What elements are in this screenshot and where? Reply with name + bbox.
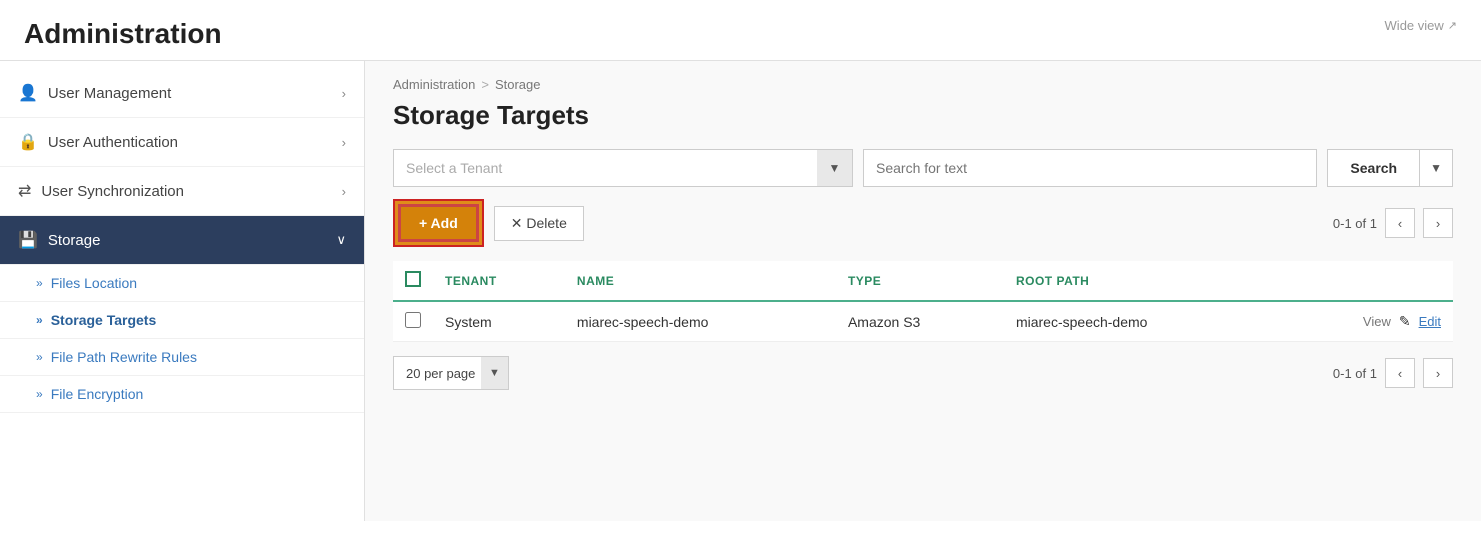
table-header-row: TENANT NAME TYPE ROOT PATH <box>393 261 1453 301</box>
header-checkbox[interactable] <box>405 271 421 287</box>
col-root-path: ROOT PATH <box>1004 261 1275 301</box>
sidebar-item-user-management[interactable]: 👤 User Management › <box>0 69 364 118</box>
sidebar-subitem-storage-targets[interactable]: » Storage Targets <box>0 302 364 339</box>
page-heading: Administration <box>24 18 222 50</box>
edit-icon: ✎ <box>1399 313 1411 330</box>
sidebar-item-label-user-synchronization: User Synchronization <box>41 183 184 200</box>
wide-view-button[interactable]: Wide view ↗ <box>1385 18 1457 33</box>
add-button-highlight: + Add <box>393 199 484 247</box>
sidebar-subitem-label-file-encryption: File Encryption <box>51 386 144 402</box>
subitem-arrow-file-encryption: » <box>36 387 43 401</box>
main-content: Administration > Storage Storage Targets… <box>365 61 1481 521</box>
main-layout: 👤 User Management › 🔒 User Authenticatio… <box>0 61 1481 521</box>
per-page-wrapper: 20 per page ▼ <box>393 356 509 390</box>
row-root-path: miarec-speech-demo <box>1004 301 1275 342</box>
subitem-arrow-file-path-rewrite-rules: » <box>36 350 43 364</box>
search-button[interactable]: Search <box>1327 149 1420 187</box>
sidebar-subitem-files-location[interactable]: » Files Location <box>0 265 364 302</box>
bottom-pagination: 0-1 of 1 ‹ › <box>1333 358 1453 388</box>
row-type: Amazon S3 <box>836 301 1004 342</box>
top-pagination-info: 0-1 of 1 <box>1333 216 1377 231</box>
tenant-select[interactable]: Select a Tenant <box>393 149 853 187</box>
breadcrumb-separator: > <box>481 77 489 92</box>
breadcrumb-storage: Storage <box>495 77 541 92</box>
chevron-icon-user-authentication: › <box>342 135 346 150</box>
bottom-next-page-button[interactable]: › <box>1423 358 1453 388</box>
bottom-pagination-info: 0-1 of 1 <box>1333 366 1377 381</box>
row-name: miarec-speech-demo <box>565 301 836 342</box>
user-management-icon: 👤 <box>18 83 38 103</box>
storage-targets-table: TENANT NAME TYPE ROOT PATH System miarec… <box>393 261 1453 342</box>
action-row: + Add ✕ Delete 0-1 of 1 ‹ › <box>393 199 1453 247</box>
sidebar-subitem-label-files-location: Files Location <box>51 275 137 291</box>
sidebar-subitem-file-encryption[interactable]: » File Encryption <box>0 376 364 413</box>
col-type: TYPE <box>836 261 1004 301</box>
top-header: Administration Wide view ↗ <box>0 0 1481 61</box>
sidebar-item-user-synchronization[interactable]: ⇄ User Synchronization › <box>0 167 364 216</box>
chevron-icon-user-management: › <box>342 86 346 101</box>
sidebar-item-user-authentication[interactable]: 🔒 User Authentication › <box>0 118 364 167</box>
row-actions: View ✎ Edit <box>1287 313 1441 330</box>
subitem-arrow-files-location: » <box>36 276 43 290</box>
chevron-icon-user-synchronization: › <box>342 184 346 199</box>
col-name: NAME <box>565 261 836 301</box>
sidebar-item-label-user-authentication: User Authentication <box>48 134 178 151</box>
edit-link[interactable]: Edit <box>1419 314 1441 329</box>
sidebar-item-label-user-management: User Management <box>48 85 171 102</box>
subitem-arrow-storage-targets: » <box>36 313 43 327</box>
delete-button[interactable]: ✕ Delete <box>494 206 584 241</box>
table-row: System miarec-speech-demo Amazon S3 miar… <box>393 301 1453 342</box>
col-checkbox <box>393 261 433 301</box>
row-checkbox-cell <box>393 301 433 342</box>
page-title: Storage Targets <box>393 100 1453 131</box>
bottom-prev-page-button[interactable]: ‹ <box>1385 358 1415 388</box>
tenant-select-wrapper: Select a Tenant ▼ <box>393 149 853 187</box>
breadcrumb-administration[interactable]: Administration <box>393 77 475 92</box>
sidebar-subitem-label-storage-targets: Storage Targets <box>51 312 157 328</box>
search-btn-group: Search ▼ <box>1327 149 1453 187</box>
user-authentication-icon: 🔒 <box>18 132 38 152</box>
sidebar-item-storage[interactable]: 💾 Storage ∨ <box>0 216 364 265</box>
user-synchronization-icon: ⇄ <box>18 181 31 201</box>
next-page-button[interactable]: › <box>1423 208 1453 238</box>
toolbar-row: Select a Tenant ▼ Search ▼ <box>393 149 1453 187</box>
wide-view-label: Wide view <box>1385 18 1444 33</box>
storage-icon: 💾 <box>18 230 38 250</box>
sidebar-subitem-file-path-rewrite-rules[interactable]: » File Path Rewrite Rules <box>0 339 364 376</box>
row-actions-cell: View ✎ Edit <box>1275 301 1453 342</box>
sidebar-subitems: » Files Location » Storage Targets » Fil… <box>0 265 364 413</box>
row-checkbox[interactable] <box>405 312 421 328</box>
breadcrumb: Administration > Storage <box>393 77 1453 92</box>
chevron-icon-storage: ∨ <box>336 232 346 248</box>
tenant-select-arrow-icon[interactable]: ▼ <box>817 149 853 187</box>
search-input[interactable] <box>863 149 1317 187</box>
view-link[interactable]: View <box>1363 314 1391 329</box>
col-actions <box>1275 261 1453 301</box>
wide-view-arrow-icon: ↗ <box>1448 19 1457 32</box>
sidebar-subitem-label-file-path-rewrite-rules: File Path Rewrite Rules <box>51 349 197 365</box>
row-tenant: System <box>433 301 565 342</box>
search-button-dropdown[interactable]: ▼ <box>1420 149 1453 187</box>
bottom-toolbar: 20 per page ▼ 0-1 of 1 ‹ › <box>393 356 1453 390</box>
sidebar: 👤 User Management › 🔒 User Authenticatio… <box>0 61 365 521</box>
col-tenant: TENANT <box>433 261 565 301</box>
add-button[interactable]: + Add <box>398 204 479 242</box>
top-pagination: 0-1 of 1 ‹ › <box>1333 208 1453 238</box>
sidebar-item-label-storage: Storage <box>48 232 101 249</box>
prev-page-button[interactable]: ‹ <box>1385 208 1415 238</box>
per-page-arrow-icon[interactable]: ▼ <box>481 356 509 390</box>
